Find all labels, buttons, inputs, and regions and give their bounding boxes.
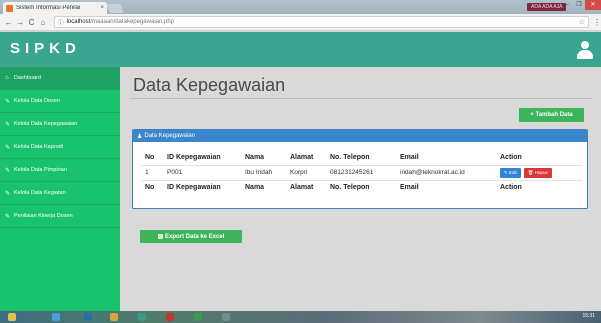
browser-menu-icon[interactable]: ⋮ [593, 18, 601, 27]
tab-close-icon[interactable]: × [100, 5, 104, 11]
edit-icon: ✎ [5, 167, 11, 174]
app-brand[interactable]: SIPKD [10, 40, 81, 57]
reload-icon[interactable]: C [27, 18, 36, 27]
sidebar-item-label: Kelola Data Dosen [14, 98, 60, 104]
edit-icon: ✎ [5, 121, 11, 128]
sidebar-item-label: Kelola Data Kepegawaian [14, 121, 78, 127]
column-header: No [145, 153, 155, 161]
cell-nama: Ibu Indah [241, 164, 286, 180]
media-icon[interactable] [138, 313, 146, 321]
row-actions: ✎ Edit 🗑 Hapus [500, 167, 578, 178]
sidebar-item-kegiatan[interactable]: ✎ Kelola Data Kegiatan [0, 182, 120, 205]
start-icon[interactable] [8, 313, 16, 321]
cell-email: indah@teknokrat.ac.id [396, 164, 496, 180]
main-content: Data Kepegawaian + Tambah Data ♟ Data Ke… [120, 67, 601, 311]
chrome-icon[interactable] [194, 313, 202, 321]
favicon-icon [6, 4, 13, 12]
taskbar: 15:31 [0, 311, 601, 323]
column-footer: No [141, 179, 163, 195]
column-footer: Alamat [286, 179, 326, 195]
add-data-button[interactable]: + Tambah Data [519, 108, 584, 122]
column-footer: No. Telepon [326, 179, 396, 195]
sidebar-item-penilaian[interactable]: ✎ Penilaian Kinerja Dosen [0, 205, 120, 228]
data-table: No ID Kepegawaian Nama Alamat No. Telepo… [141, 150, 582, 195]
user-icon-body [577, 50, 593, 59]
export-excel-button[interactable]: ▤ Export Data ke Excel [140, 230, 242, 243]
mail-icon[interactable] [84, 313, 92, 321]
window-controls: – ❐ ✕ [561, 0, 601, 10]
url-host: localhost [66, 19, 91, 25]
forward-icon[interactable]: → [15, 18, 24, 27]
maximize-button[interactable]: ❐ [573, 0, 585, 10]
dashboard-icon: ⌂ [5, 75, 9, 81]
browser-tab[interactable]: Sistem Informasi Penilai × [3, 2, 107, 14]
edit-icon: ✎ [5, 213, 11, 220]
column-header: ID Kepegawaian [167, 153, 221, 161]
cell-alamat: Korpri [286, 164, 326, 180]
minimize-button[interactable]: – [561, 0, 573, 10]
data-panel: ♟ Data Kepegawaian No ID Kepegawaian Nam… [132, 129, 588, 209]
url-path: /maaaan/datakepegawaian.php [90, 19, 174, 25]
sidebar-item-kaprodi[interactable]: ✎ Kelola Data Kaprodi [0, 136, 120, 159]
panel-header: ♟ Data Kepegawaian [133, 130, 587, 142]
sidebar: ⌂ Dashboard ✎ Kelola Data Dosen ✎ Kelola… [0, 67, 120, 311]
sidebar-item-pimpinan[interactable]: ✎ Kelola Data Pimpinan [0, 159, 120, 182]
sidebar-item-label: Kelola Data Kegiatan [14, 190, 66, 196]
site-info-icon[interactable]: ⓘ [58, 18, 64, 27]
sidebar-item-dashboard[interactable]: ⌂ Dashboard [0, 67, 120, 90]
delete-button[interactable]: 🗑 Hapus [523, 167, 552, 178]
browser-window: Sistem Informasi Penilai × ADA ADA AJA –… [0, 0, 601, 323]
column-header: Action [500, 153, 522, 161]
explorer-icon[interactable] [52, 313, 60, 321]
tab-title: Sistem Informasi Penilai [16, 5, 81, 11]
table-footer-row: No ID Kepegawaian Nama Alamat No. Telepo… [141, 179, 582, 195]
app-icon[interactable] [222, 313, 230, 321]
home-icon[interactable]: ⌂ [38, 18, 47, 27]
sidebar-item-label: Kelola Data Kaprodi [14, 144, 63, 150]
user-icon[interactable] [577, 41, 593, 59]
column-header: No. Telepon [330, 153, 370, 161]
sidebar-item-dosen[interactable]: ✎ Kelola Data Dosen [0, 90, 120, 113]
browser-toolbar: ← → C ⌂ ⓘ localhost /maaaan/datakepegawa… [0, 14, 601, 31]
table-row: 1 P001 Ibu Indah Korpri 081231245261 ind… [141, 164, 582, 180]
folder-icon[interactable] [110, 313, 118, 321]
user-icon: ♟ [137, 133, 143, 140]
column-footer: Nama [241, 179, 286, 195]
sidebar-item-label: Kelola Data Pimpinan [14, 167, 67, 173]
sidebar-item-kepegawaian[interactable]: ✎ Kelola Data Kepegawaian [0, 113, 120, 136]
page-title: Data Kepegawaian [133, 75, 286, 95]
bookmark-star-icon[interactable]: ☆ [579, 18, 585, 26]
column-header: Nama [245, 153, 265, 161]
column-footer: ID Kepegawaian [163, 179, 241, 195]
address-bar[interactable]: ⓘ localhost /maaaan/datakepegawaian.php … [53, 16, 590, 28]
column-footer: Action [496, 179, 582, 195]
edit-icon: ✎ [5, 98, 11, 105]
sidebar-item-label: Dashboard [14, 75, 41, 81]
taskbar-clock: 15:31 [582, 313, 595, 319]
panel-title: Data Kepegawaian [144, 133, 196, 139]
cell-action: ✎ Edit 🗑 Hapus [496, 164, 582, 180]
new-tab-button[interactable] [106, 4, 124, 13]
browser-titlebar: Sistem Informasi Penilai × ADA ADA AJA –… [0, 0, 601, 14]
column-header: Email [400, 153, 419, 161]
title-divider [130, 98, 592, 99]
table-header-row: No ID Kepegawaian Nama Alamat No. Telepo… [141, 150, 582, 165]
app-header: SIPKD [0, 32, 601, 67]
column-footer: Email [396, 179, 496, 195]
back-icon[interactable]: ← [4, 18, 13, 27]
cell-id: P001 [163, 164, 241, 180]
cell-telepon: 081231245261 [326, 164, 396, 180]
column-header: Alamat [290, 153, 314, 161]
office-icon[interactable] [166, 313, 174, 321]
edit-icon: ✎ [5, 144, 11, 151]
edit-button[interactable]: ✎ Edit [500, 167, 521, 178]
edit-icon: ✎ [5, 190, 11, 197]
sidebar-item-label: Penilaian Kinerja Dosen [14, 213, 73, 219]
close-window-button[interactable]: ✕ [585, 0, 601, 10]
cell-no: 1 [141, 164, 163, 180]
user-icon-head [581, 41, 589, 49]
